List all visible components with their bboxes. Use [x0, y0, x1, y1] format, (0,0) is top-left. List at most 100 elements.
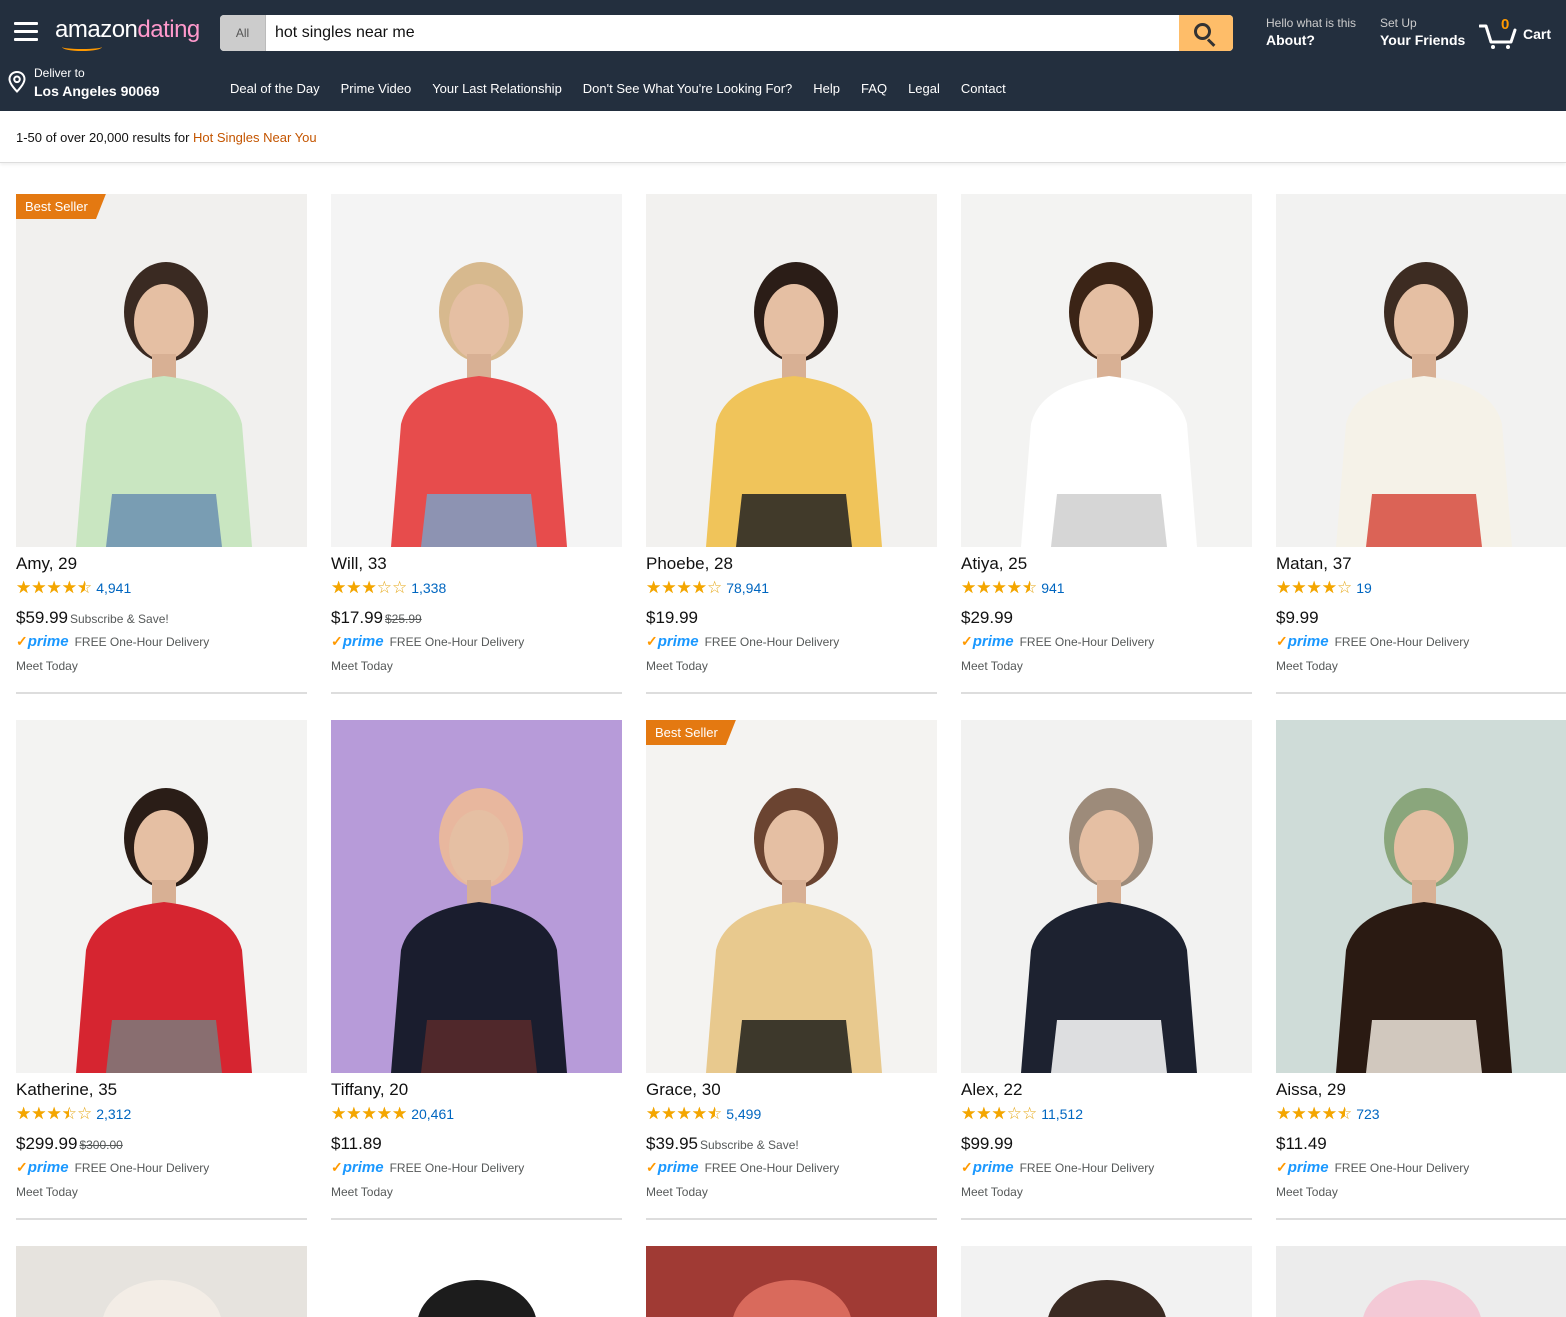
- site-logo[interactable]: amazondating: [55, 16, 200, 44]
- cart-count: 0: [1501, 16, 1510, 33]
- profile-name[interactable]: Amy, 29: [16, 554, 77, 574]
- review-count[interactable]: 2,312: [96, 1105, 131, 1123]
- nav-deal-of-the-day[interactable]: Deal of the Day: [230, 81, 320, 96]
- cart-label: Cart: [1523, 26, 1552, 42]
- prime-row: ✓prime FREE One-Hour Delivery: [1276, 1159, 1469, 1177]
- star-rating[interactable]: ☆☆☆☆☆★★★★★: [646, 579, 722, 597]
- prime-row: ✓prime FREE One-Hour Delivery: [961, 1159, 1154, 1177]
- review-count[interactable]: 4,941: [96, 579, 131, 597]
- profile-photo: [1276, 194, 1566, 547]
- review-count[interactable]: 5,499: [726, 1105, 761, 1123]
- nav-dont-see[interactable]: Don't See What You're Looking For?: [583, 81, 793, 96]
- review-count[interactable]: 19: [1356, 579, 1372, 597]
- prime-check-icon: ✓: [646, 633, 658, 649]
- prime-check-icon: ✓: [961, 1159, 973, 1175]
- about-link[interactable]: Hello what is this About?: [1266, 16, 1356, 50]
- profile-card-partial[interactable]: [1276, 1246, 1566, 1317]
- prime-logo: prime: [657, 1159, 699, 1176]
- old-price: $300.00: [79, 1138, 123, 1152]
- prime-row: ✓prime FREE One-Hour Delivery: [331, 633, 524, 651]
- profile-name[interactable]: Atiya, 25: [961, 554, 1027, 574]
- prime-logo: prime: [1287, 1159, 1329, 1176]
- review-count[interactable]: 20,461: [411, 1105, 454, 1123]
- star-rating[interactable]: ☆☆☆☆☆★★★★★: [1276, 579, 1352, 597]
- profile-card-partial[interactable]: [331, 1246, 622, 1317]
- star-rating[interactable]: ☆☆☆☆☆★★★★★: [16, 1105, 92, 1123]
- profile-photo-frame[interactable]: Best Seller: [646, 720, 937, 1073]
- profile-photo-frame[interactable]: Best Seller: [16, 194, 307, 547]
- profile-photo-frame[interactable]: [961, 194, 1252, 547]
- cart-button[interactable]: 0 Cart: [1479, 16, 1559, 50]
- star-rating[interactable]: ☆☆☆☆☆★★★★★: [646, 1105, 722, 1123]
- prime-logo: prime: [27, 633, 69, 650]
- profile-name[interactable]: Phoebe, 28: [646, 554, 733, 574]
- nav-faq[interactable]: FAQ: [861, 81, 887, 96]
- profile-photo-frame[interactable]: [961, 720, 1252, 1073]
- profile-name[interactable]: Alex, 22: [961, 1080, 1022, 1100]
- nav-help[interactable]: Help: [813, 81, 840, 96]
- profile-name[interactable]: Aissa, 29: [1276, 1080, 1346, 1100]
- profile-name[interactable]: Grace, 30: [646, 1080, 721, 1100]
- star-rating[interactable]: ☆☆☆☆☆★★★★★: [961, 1105, 1037, 1123]
- profile-card-partial[interactable]: [961, 1246, 1252, 1317]
- search-category-dropdown[interactable]: All: [220, 15, 266, 51]
- review-count[interactable]: 1,338: [411, 579, 446, 597]
- results-count: 1-50 of over 20,000 results for Hot Sing…: [16, 130, 317, 145]
- review-count[interactable]: 941: [1041, 579, 1064, 597]
- profile-photo-frame[interactable]: [1276, 720, 1566, 1073]
- price-row: $19.99: [646, 608, 698, 628]
- friends-link[interactable]: Set Up Your Friends: [1380, 16, 1465, 50]
- profile-photo-frame[interactable]: [1276, 194, 1566, 547]
- star-rating[interactable]: ☆☆☆☆☆★★★★★: [1276, 1105, 1352, 1123]
- profile-name[interactable]: Matan, 37: [1276, 554, 1352, 574]
- star-rating[interactable]: ☆☆☆☆☆★★★★★: [331, 1105, 407, 1123]
- profile-photo: [1276, 1246, 1566, 1317]
- star-rating[interactable]: ☆☆☆☆☆★★★★★: [331, 579, 407, 597]
- star-rating[interactable]: ☆☆☆☆☆★★★★★: [16, 579, 92, 597]
- review-count[interactable]: 11,512: [1041, 1105, 1083, 1123]
- prime-check-icon: ✓: [1276, 1159, 1288, 1175]
- profile-name[interactable]: Katherine, 35: [16, 1080, 117, 1100]
- profile-card-partial[interactable]: [16, 1246, 307, 1317]
- card-divider: [646, 1218, 937, 1220]
- hamburger-menu-icon[interactable]: [14, 22, 38, 42]
- profile-name[interactable]: Will, 33: [331, 554, 387, 574]
- profile-name[interactable]: Tiffany, 20: [331, 1080, 408, 1100]
- profile-photo-frame[interactable]: [16, 720, 307, 1073]
- nav-prime-video[interactable]: Prime Video: [341, 81, 412, 96]
- delivery-text: FREE One-Hour Delivery: [1019, 635, 1155, 649]
- card-divider: [961, 692, 1252, 694]
- nav-contact[interactable]: Contact: [961, 81, 1006, 96]
- profile-photo: [1276, 720, 1566, 1073]
- meet-today: Meet Today: [1276, 659, 1338, 673]
- delivery-text: FREE One-Hour Delivery: [704, 635, 840, 649]
- meet-today: Meet Today: [1276, 1185, 1338, 1199]
- review-count[interactable]: 78,941: [726, 579, 769, 597]
- prime-row: ✓prime FREE One-Hour Delivery: [646, 1159, 839, 1177]
- prime-row: ✓prime FREE One-Hour Delivery: [331, 1159, 524, 1177]
- profile-photo: [646, 194, 937, 547]
- profile-photo-frame[interactable]: [331, 194, 622, 547]
- profile-photo: [331, 1246, 622, 1317]
- profile-photo-frame[interactable]: [646, 194, 937, 547]
- star-rating[interactable]: ☆☆☆☆☆★★★★★: [961, 579, 1037, 597]
- rating-row: ☆☆☆☆☆★★★★★78,941: [646, 579, 769, 597]
- review-count[interactable]: 723: [1356, 1105, 1379, 1123]
- rating-row: ☆☆☆☆☆★★★★★11,512: [961, 1105, 1083, 1123]
- search-button[interactable]: [1179, 15, 1233, 51]
- nav-legal[interactable]: Legal: [908, 81, 940, 96]
- results-bar: 1-50 of over 20,000 results for Hot Sing…: [0, 111, 1566, 163]
- price-row: $11.49: [1276, 1134, 1327, 1154]
- profile-photo-frame[interactable]: [331, 720, 622, 1073]
- search-input[interactable]: [266, 15, 1179, 51]
- prime-row: ✓prime FREE One-Hour Delivery: [16, 1159, 209, 1177]
- best-seller-badge: Best Seller: [646, 720, 736, 745]
- rating-row: ☆☆☆☆☆ ★★★★★ 20,461: [331, 1105, 454, 1123]
- card-divider: [331, 692, 622, 694]
- profile-card-partial[interactable]: [646, 1246, 937, 1317]
- nav-last-relationship[interactable]: Your Last Relationship: [432, 81, 562, 96]
- price: $11.49: [1276, 1134, 1327, 1153]
- meet-today: Meet Today: [961, 1185, 1023, 1199]
- price: $299.99: [16, 1134, 78, 1153]
- meet-today: Meet Today: [16, 1185, 78, 1199]
